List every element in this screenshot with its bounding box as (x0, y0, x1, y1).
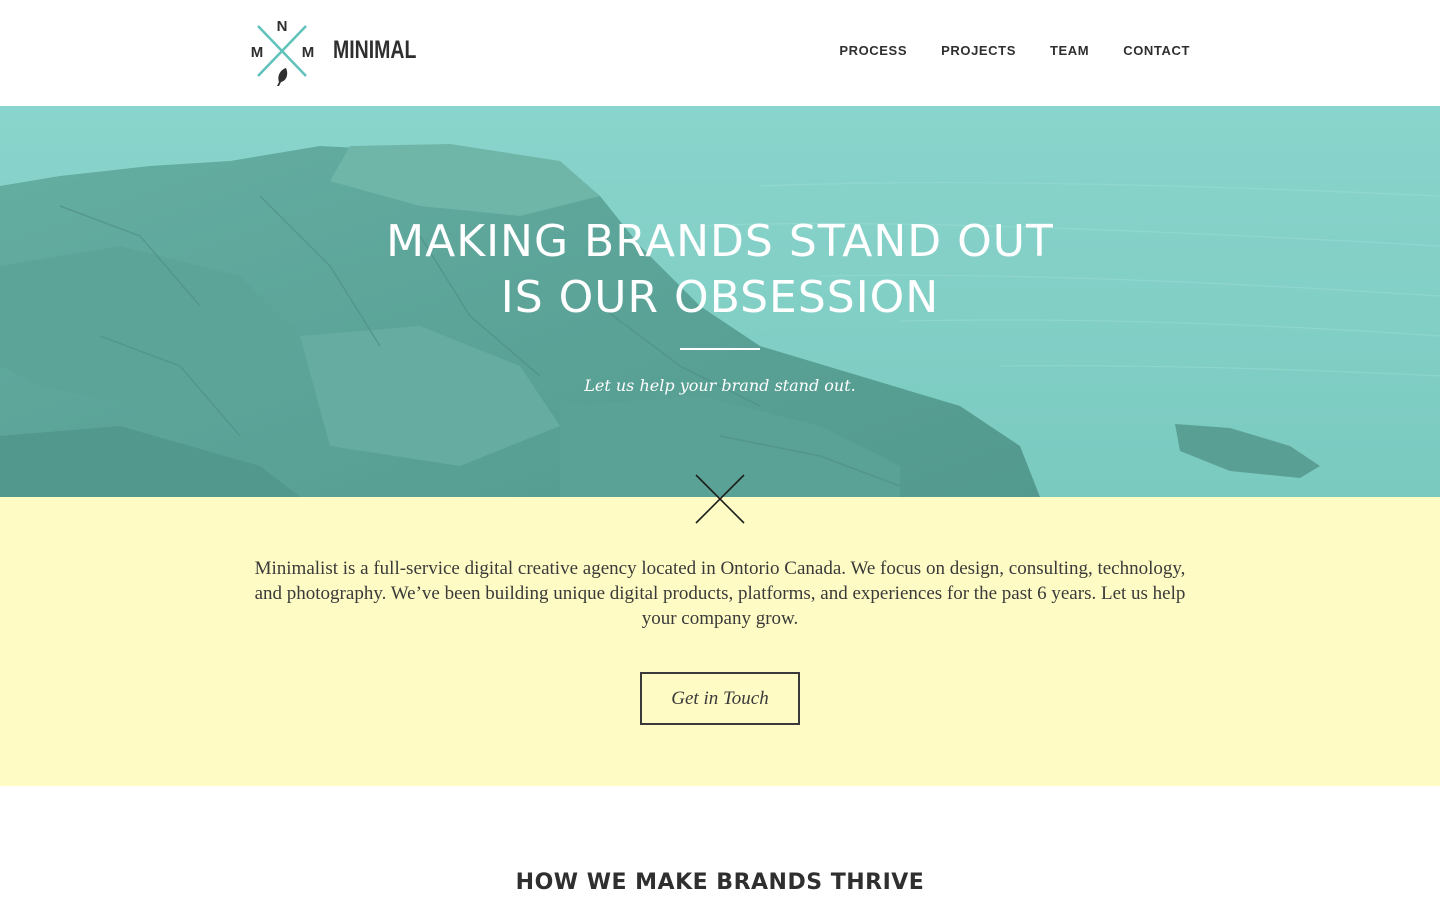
hero-section: MAKING BRANDS STAND OUT IS OUR OBSESSION… (0, 106, 1440, 497)
process-heading: HOW WE MAKE BRANDS THRIVE (515, 870, 925, 895)
nav-team-link[interactable]: TEAM (1050, 43, 1089, 58)
nav-projects-link[interactable]: PROJECTS (941, 43, 1016, 58)
hero-title-line-1: MAKING BRANDS STAND OUT (386, 216, 1054, 267)
logo-letter-left: M (251, 44, 264, 61)
logo-letter-top: N (277, 18, 288, 35)
compass-logo-icon: N M M (251, 18, 315, 86)
intro-paragraph: Minimalist is a full-service digital cre… (254, 558, 1186, 629)
hero-tagline: Let us help your brand stand out. (584, 376, 856, 395)
brand-name: MINIMAL (333, 36, 417, 64)
nav-process-link[interactable]: PROCESS (839, 43, 907, 58)
hero-title: MAKING BRANDS STAND OUT IS OUR OBSESSION (0, 214, 1440, 326)
hero-divider (680, 348, 760, 350)
main-nav: PROCESS PROJECTS TEAM CONTACT (839, 43, 1190, 58)
logo-letter-right: M (302, 44, 315, 61)
cross-icon (695, 474, 745, 524)
hero-title-line-2: IS OUR OBSESSION (500, 272, 940, 323)
intro-section: Minimalist is a full-service digital cre… (0, 474, 1440, 786)
site-header: N M M MINIMAL PROCESS PROJECTS TEAM CONT… (0, 0, 1440, 106)
nav-contact-link[interactable]: CONTACT (1123, 43, 1190, 58)
get-in-touch-button[interactable]: Get in Touch (640, 672, 800, 725)
logo[interactable]: N M M MINIMAL (250, 16, 420, 90)
